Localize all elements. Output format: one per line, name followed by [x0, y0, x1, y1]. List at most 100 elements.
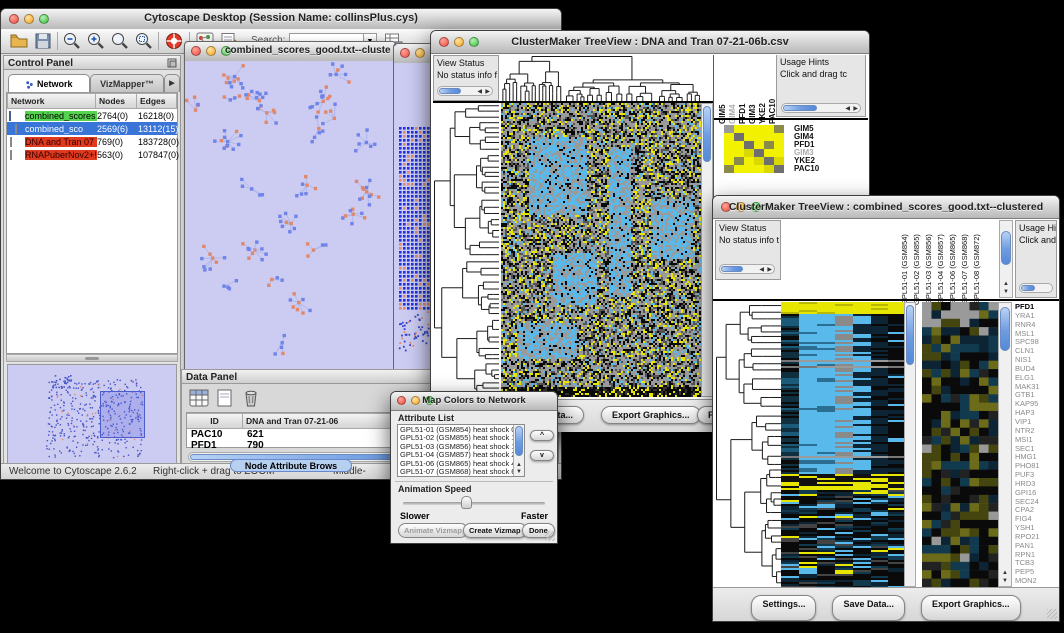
scroll-right-icon[interactable]: ▶ — [485, 89, 490, 95]
scroll-down-icon[interactable]: ▼ — [516, 469, 522, 475]
network-table-row[interactable]: DNA and Tran 07769(0)183728(0) — [7, 135, 177, 148]
create-vizmap-button[interactable]: Create Vizmap — [463, 523, 527, 538]
birdseye-view[interactable] — [7, 364, 177, 470]
tv2-uh-thumb[interactable] — [1021, 285, 1035, 291]
view-status-line2: No status info t — [716, 233, 780, 245]
save-icon[interactable] — [33, 31, 53, 51]
tv2-vs-thumb[interactable] — [721, 266, 743, 272]
scroll-left-icon[interactable]: ◀ — [477, 89, 482, 95]
tab-network[interactable]: Network — [8, 74, 90, 92]
scroll-right-icon[interactable]: ▶ — [853, 106, 858, 112]
tv2-heatmap-vscrollbar[interactable] — [904, 302, 916, 587]
network-table-row[interactable]: combined_sco2569(6)13112(15) — [7, 122, 177, 135]
tv2-uh-scrollbar[interactable] — [1019, 283, 1053, 293]
file-icon — [7, 137, 25, 147]
move-down-button[interactable]: v — [530, 450, 554, 461]
attribute-table-icon[interactable] — [188, 388, 210, 408]
attribute-list-item[interactable]: GPL51-07 (GSM868) heat shock 60 min — [400, 468, 511, 476]
speed-slider-track[interactable] — [403, 502, 545, 505]
tv1-column-dendrogram[interactable] — [501, 55, 701, 101]
network-table-row[interactable]: combined_scores2764(0)16218(0) — [7, 109, 177, 122]
scroll-up-icon[interactable]: ▲ — [1003, 281, 1009, 287]
tv2-cluster-matrix[interactable] — [922, 302, 998, 587]
move-up-button[interactable]: ^ — [530, 430, 554, 441]
resize-grip[interactable] — [1047, 609, 1057, 619]
tv2-view-status-panel: View Status No status info t ◀ ▶ — [715, 220, 781, 280]
col-nodes[interactable]: Nodes — [96, 93, 137, 109]
tv1-heat-vthumb[interactable] — [703, 106, 711, 162]
scroll-left-icon[interactable]: ◀ — [759, 267, 764, 273]
main-titlebar[interactable]: Cytoscape Desktop (Session Name: collins… — [1, 9, 561, 30]
close-icon[interactable] — [400, 48, 410, 58]
delete-attribute-icon[interactable] — [240, 388, 262, 408]
faster-label: Faster — [521, 511, 548, 521]
control-panel-header: Control Panel — [4, 56, 180, 70]
attribute-list[interactable]: GPL51-01 (GSM854) heat shock 05 minGPL51… — [397, 424, 525, 477]
col-edges[interactable]: Edges — [137, 93, 177, 109]
tv1-row-dendrogram[interactable] — [433, 103, 499, 397]
col-network[interactable]: Network — [7, 93, 96, 109]
tv1-titlebar[interactable]: ClusterMaker TreeView : DNA and Tran 07-… — [431, 31, 869, 54]
row-id: PFD1 — [187, 440, 243, 451]
tv2-labels-thumb[interactable] — [1001, 231, 1011, 265]
minimize-icon[interactable] — [415, 48, 425, 58]
tab-overflow-button[interactable]: ▶ — [164, 74, 180, 92]
tv2-labels-vscrollbar[interactable]: ▲ ▼ — [999, 220, 1013, 298]
gene-name[interactable]: MON2 — [1015, 577, 1040, 586]
view-status-line1: View Status — [434, 56, 498, 68]
minimize-icon[interactable] — [206, 46, 216, 56]
scroll-down-icon[interactable]: ▼ — [1002, 578, 1008, 584]
network-view-titlebar[interactable]: combined_scores_good.txt--cluste... — [185, 42, 395, 62]
tv2-row-dendrogram[interactable] — [715, 302, 781, 587]
scroll-up-icon[interactable]: ▲ — [516, 462, 522, 468]
network-tab-icon — [25, 80, 34, 89]
tv1-view-status-panel: View Status No status info f ◀ ▶ — [433, 55, 499, 101]
tv2-button-1[interactable]: Save Data... — [832, 595, 905, 621]
tv2-cluster-vscrollbar[interactable]: ▲ ▼ — [998, 302, 1012, 587]
tv1-uh-thumb[interactable] — [783, 105, 817, 111]
scroll-left-icon[interactable]: ◀ — [845, 106, 850, 112]
zoom-in-icon[interactable] — [86, 31, 106, 51]
data-col-id[interactable]: ID — [187, 413, 243, 429]
tv2-usage-hints-panel: Usage Hi Click and — [1015, 220, 1057, 298]
scroll-right-icon[interactable]: ▶ — [767, 267, 772, 273]
tv2-cluster-thumb[interactable] — [1000, 307, 1010, 351]
open-file-icon[interactable] — [9, 31, 29, 51]
attribute-list-scrollbar[interactable]: ▲ ▼ — [513, 425, 524, 476]
tv2-vs-scrollbar[interactable]: ◀ ▶ — [719, 264, 775, 274]
gene-name[interactable]: PAC10 — [794, 165, 819, 173]
tv2-heat-vthumb[interactable] — [906, 305, 914, 365]
speed-slider-thumb[interactable] — [461, 496, 472, 509]
network-canvas[interactable] — [185, 61, 393, 369]
tv2-button-2[interactable]: Export Graphics... — [921, 595, 1021, 621]
tv2-heatmap[interactable] — [781, 302, 904, 587]
close-icon[interactable] — [191, 46, 201, 56]
scroll-down-icon[interactable]: ▼ — [1003, 289, 1009, 295]
tv1-vs-scrollbar[interactable]: ◀ ▶ — [437, 86, 493, 96]
scroll-up-icon[interactable]: ▲ — [1002, 570, 1008, 576]
tv1-button-1[interactable]: Export Graphics... — [601, 406, 701, 424]
float-panel-icon[interactable] — [167, 58, 177, 68]
network-view-window: combined_scores_good.txt--cluste... — [184, 41, 396, 371]
tv1-vs-thumb[interactable] — [439, 88, 461, 94]
animate-vizmap-button[interactable]: Animate Vizmap — [398, 523, 468, 538]
tv1-uh-scrollbar[interactable]: ◀ ▶ — [781, 103, 861, 113]
attribute-list-thumb[interactable] — [515, 426, 523, 456]
tab-vizmapper[interactable]: VizMapper™ — [90, 74, 164, 92]
new-attribute-icon[interactable] — [214, 388, 236, 408]
help-lifesaver-icon[interactable] — [164, 31, 184, 51]
tv2-titlebar[interactable]: ClusterMaker TreeView : combined_scores_… — [713, 196, 1059, 219]
splitter-handle[interactable] — [6, 354, 178, 362]
tab-node-attribute-browser[interactable]: Node Attribute Brows — [230, 459, 352, 472]
tv1-cluster-matrix[interactable] — [724, 125, 784, 173]
zoom-selected-icon[interactable] — [134, 31, 154, 51]
treeview-combined-window: ClusterMaker TreeView : combined_scores_… — [712, 195, 1060, 622]
tv2-button-0[interactable]: Settings... — [751, 595, 816, 621]
tv1-heatmap[interactable] — [501, 103, 701, 397]
zoom-out-icon[interactable] — [62, 31, 82, 51]
zoom-fit-icon[interactable] — [110, 31, 130, 51]
network-nodes: 2569(6) — [97, 124, 138, 134]
network-table-row[interactable]: RNAPuberNov2+!563(0)107847(0) — [7, 148, 177, 161]
resize-grip[interactable] — [545, 531, 555, 541]
dialog-titlebar[interactable]: Map Colors to Network — [391, 392, 557, 411]
